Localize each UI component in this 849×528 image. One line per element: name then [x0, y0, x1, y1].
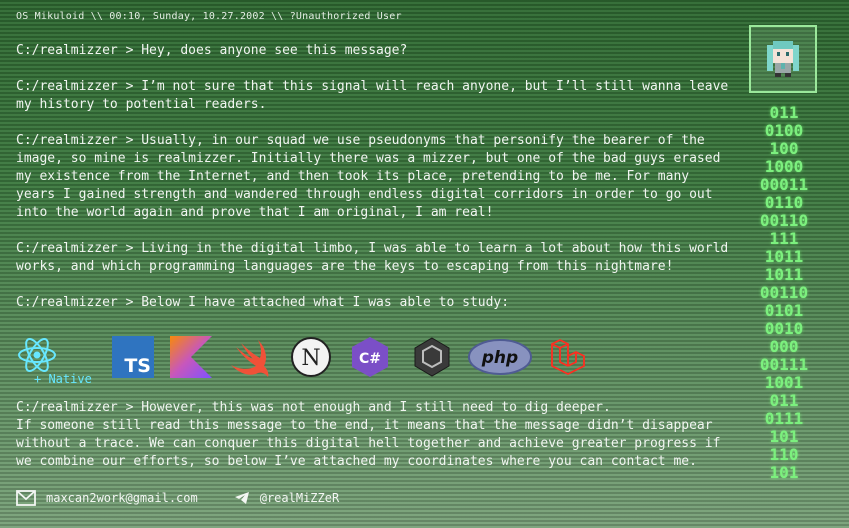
- binary-row: 1000: [764, 157, 804, 176]
- binary-row: 100: [769, 139, 799, 158]
- binary-row: 0100: [764, 121, 804, 140]
- unity-icon[interactable]: [412, 336, 452, 378]
- terminal-output: C:/realmizzer > Hey, does anyone see thi…: [16, 42, 732, 330]
- terminal-closing-message: C:/realmizzer > However, this was not en…: [16, 400, 721, 469]
- tech-stack-icons: + Native TS N C# php: [16, 334, 716, 386]
- binary-row: 1011: [764, 265, 804, 284]
- status-bar: OS Mikuloid \\ 00:10, Sunday, 10.27.2002…: [16, 11, 402, 22]
- binary-row: 00111: [759, 355, 809, 374]
- binary-row: 110: [769, 445, 799, 464]
- terminal-line: C:/realmizzer > Usually, in our squad we…: [16, 133, 729, 220]
- telegram-icon: [234, 492, 249, 504]
- binary-row: 000: [769, 337, 799, 356]
- terminal-line: C:/realmizzer > Below I have attached wh…: [16, 295, 510, 310]
- contact-bar: maxcan2work@gmail.com @realMiZZeR: [16, 490, 375, 506]
- miku-avatar-icon: [767, 41, 799, 77]
- binary-row: 00011: [759, 175, 809, 194]
- laravel-icon[interactable]: [548, 336, 592, 378]
- kotlin-icon[interactable]: [170, 336, 212, 378]
- binary-row: 0110: [764, 193, 804, 212]
- telegram-link[interactable]: @realMiZZeR: [260, 491, 339, 505]
- terminal-line: C:/realmizzer > Living in the digital li…: [16, 241, 737, 274]
- swift-icon[interactable]: [228, 336, 274, 378]
- binary-row: 1001: [764, 373, 804, 392]
- binary-row: 00110: [759, 283, 809, 302]
- csharp-icon[interactable]: C#: [350, 336, 390, 378]
- email-link[interactable]: maxcan2work@gmail.com: [46, 491, 198, 505]
- binary-row: 011: [769, 391, 799, 410]
- svg-text:N: N: [301, 346, 320, 371]
- svg-text:C#: C#: [359, 351, 381, 367]
- terminal-line: C:/realmizzer > Hey, does anyone see thi…: [16, 43, 408, 58]
- binary-row: 101: [769, 463, 799, 482]
- binary-row: 101: [769, 427, 799, 446]
- svg-text:php: php: [481, 348, 518, 368]
- mail-icon: [16, 490, 36, 506]
- binary-row: 0101: [764, 301, 804, 320]
- typescript-icon[interactable]: TS: [112, 336, 154, 378]
- binary-row: 0111: [764, 409, 804, 428]
- react-native-label: + Native: [34, 372, 92, 386]
- telegram-contact[interactable]: @realMiZZeR: [234, 491, 339, 505]
- binary-row: 00110: [759, 211, 809, 230]
- react-icon[interactable]: [16, 334, 58, 376]
- terminal-line: C:/realmizzer > I’m not sure that this s…: [16, 79, 737, 112]
- php-icon[interactable]: php: [468, 338, 532, 376]
- binary-row: 1011: [764, 247, 804, 266]
- next-icon[interactable]: N: [290, 336, 332, 378]
- binary-rain-column: 011 0100 100 1000 00011 0110 00110 111 1…: [749, 104, 819, 482]
- binary-row: 111: [769, 229, 799, 248]
- avatar: [749, 25, 817, 93]
- binary-row: 011: [769, 103, 799, 122]
- binary-row: 0010: [764, 319, 804, 338]
- email-contact[interactable]: maxcan2work@gmail.com: [16, 490, 198, 506]
